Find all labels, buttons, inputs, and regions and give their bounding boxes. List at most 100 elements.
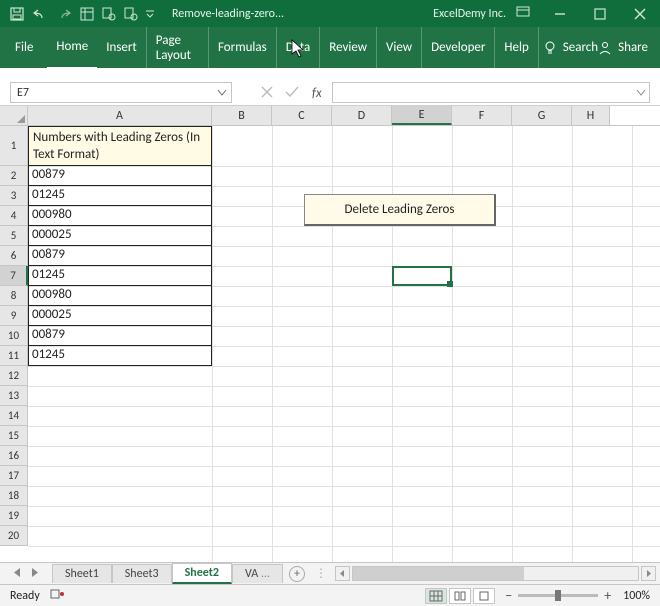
tab-developer[interactable]: Developer [422,27,495,68]
cell-A9[interactable]: 000025 [28,306,212,326]
tab-page-layout[interactable]: Page Layout [147,27,209,68]
formula-bar[interactable] [332,82,650,103]
undo-icon[interactable] [32,8,48,20]
cell-A11[interactable]: 01245 [28,346,212,366]
col-header-E[interactable]: E [392,106,452,125]
tab-nav-prev-icon[interactable] [14,567,21,581]
share-person-icon [598,41,612,55]
search-label: Search [563,40,598,55]
row-header-5[interactable]: 5 [0,226,28,246]
spreadsheet-grid[interactable]: A B C D E F G H 1 2 3 4 5 6 7 8 9 10 11 … [0,106,660,562]
cell-A8[interactable]: 000980 [28,286,212,306]
col-header-G[interactable]: G [512,106,572,125]
hscroll-left-icon[interactable] [335,566,350,581]
horizontal-scrollbar[interactable] [331,566,660,581]
col-header-C[interactable]: C [272,106,332,125]
row-header-10[interactable]: 10 [0,326,28,346]
tab-formulas[interactable]: Formulas [209,27,277,68]
row-header-12[interactable]: 12 [0,366,28,386]
row-header-1[interactable]: 1 [0,126,28,166]
sheet-tabs-row: Sheet1 Sheet3 Sheet2 VA ... + ⋮ [0,562,660,584]
tab-nav-next-icon[interactable] [31,567,38,581]
sheet-tab-va[interactable]: VA ... [232,564,283,583]
tab-help[interactable]: Help [495,27,538,68]
col-header-F[interactable]: F [452,106,512,125]
tab-insert[interactable]: Insert [97,27,147,68]
preview2-icon[interactable] [124,7,138,21]
ribbon-display-icon[interactable] [516,6,530,22]
col-header-A[interactable]: A [28,106,212,125]
status-bar: Ready − + 100% [0,584,660,606]
row-header-3[interactable]: 3 [0,186,28,206]
share-label: Share [618,40,648,55]
row-header-14[interactable]: 14 [0,406,28,426]
row-header-4[interactable]: 4 [0,206,28,226]
hscroll-thumb[interactable] [353,567,524,580]
company-label: ExcelDemy Inc. [433,7,506,21]
hscroll-track[interactable] [352,566,639,581]
fill-handle[interactable] [447,281,453,287]
formula-expand-icon[interactable] [637,90,645,96]
close-button[interactable] [620,0,660,27]
row-header-15[interactable]: 15 [0,426,28,446]
row-header-7[interactable]: 7 [0,266,28,286]
row-header-6[interactable]: 6 [0,246,28,266]
column-headers: A B C D E F G H [0,106,660,126]
tab-view[interactable]: View [377,27,422,68]
select-all-corner[interactable] [0,106,28,125]
row-header-18[interactable]: 18 [0,486,28,506]
cell-A3[interactable]: 01245 [28,186,212,206]
enter-formula-icon[interactable] [286,86,298,101]
search-tellme[interactable]: Search [543,40,598,55]
tab-review[interactable]: Review [320,27,377,68]
cell-A5[interactable]: 000025 [28,226,212,246]
redo-icon[interactable] [56,8,72,20]
fx-icon[interactable]: fx [312,86,322,101]
save-icon[interactable] [10,7,24,21]
row-header-8[interactable]: 8 [0,286,28,306]
tab-file[interactable]: File [6,27,47,68]
col-header-D[interactable]: D [332,106,392,125]
qat-more-icon[interactable] [146,9,154,19]
tab-data[interactable]: Data [277,27,321,68]
hscroll-right-icon[interactable] [641,566,656,581]
row-header-19[interactable]: 19 [0,506,28,526]
tab-home[interactable]: Home [47,29,97,70]
col-header-H[interactable]: H [572,106,610,125]
cell-A4[interactable]: 000980 [28,206,212,226]
cell-A10[interactable]: 00879 [28,326,212,346]
name-box[interactable]: E7 [10,82,232,103]
minimize-button[interactable] [540,0,580,27]
cancel-formula-icon[interactable] [262,86,272,101]
row-header-11[interactable]: 11 [0,346,28,366]
grid-lines: Numbers with Leading Zeros (In Text Form… [28,126,660,562]
row-header-16[interactable]: 16 [0,446,28,466]
window-title: Remove-leading-zero... [172,7,284,21]
cell-table-header[interactable]: Numbers with Leading Zeros (In Text Form… [28,126,212,166]
cell-A2[interactable]: 00879 [28,166,212,186]
window-controls [540,0,660,27]
sheet-tab-sheet3[interactable]: Sheet3 [112,564,172,583]
quick-access-toolbar [0,7,154,21]
ribbon-tabs: File Home Insert Page Layout Formulas Da… [0,27,660,68]
cell-A6[interactable]: 00879 [28,246,212,266]
row-header-17[interactable]: 17 [0,466,28,486]
row-header-9[interactable]: 9 [0,306,28,326]
pivot-icon[interactable] [80,7,94,21]
row-header-13[interactable]: 13 [0,386,28,406]
add-sheet-button[interactable]: + [289,566,305,582]
sheet-tab-sheet1[interactable]: Sheet1 [52,564,112,583]
maximize-button[interactable] [580,0,620,27]
tab-nav [0,567,52,581]
delete-leading-zeros-button[interactable]: Delete Leading Zeros [304,194,496,226]
cell-A7[interactable]: 01245 [28,266,212,286]
row-header-20[interactable]: 20 [0,526,28,546]
sheet-tab-sheet2[interactable]: Sheet2 [172,563,232,584]
title-bar: Remove-leading-zero... ExcelDemy Inc. [0,0,660,27]
preview-icon[interactable] [102,7,116,21]
selected-cell[interactable] [392,266,452,286]
share-group[interactable]: Share [598,40,654,55]
col-header-B[interactable]: B [212,106,272,125]
name-box-dropdown-icon[interactable] [213,90,231,96]
row-header-2[interactable]: 2 [0,166,28,186]
